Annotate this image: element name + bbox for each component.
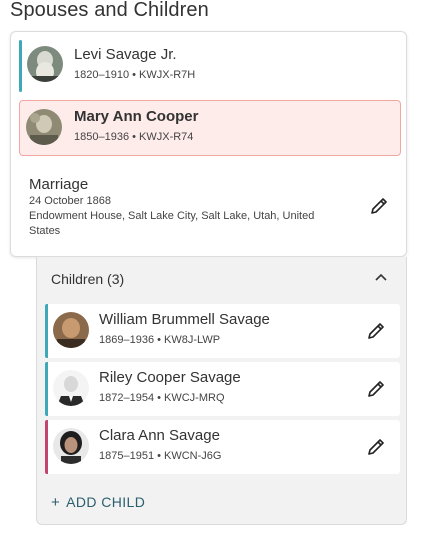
child-card[interactable]: Clara Ann Savage 1875–1951 • KWCN-J6G (45, 420, 400, 474)
husband-name[interactable]: Levi Savage Jr. (74, 46, 177, 63)
pencil-icon (371, 198, 387, 214)
child-avatar (53, 370, 89, 406)
pencil-icon (368, 439, 384, 455)
couple-card: Levi Savage Jr. 1820–1910 • KWJX-R7H Mar… (10, 31, 407, 257)
edit-child-button[interactable] (365, 436, 387, 458)
husband-avatar (27, 46, 63, 82)
add-child-button[interactable]: + ADD CHILD (51, 494, 145, 511)
male-indicator-bar (45, 304, 48, 358)
male-indicator-bar (19, 40, 22, 92)
wife-name[interactable]: Mary Ann Cooper (74, 108, 198, 125)
child-meta: 1869–1936 • KW8J-LWP (99, 334, 221, 346)
edit-marriage-button[interactable] (368, 195, 390, 217)
child-avatar (53, 428, 89, 464)
chevron-up-icon (375, 273, 387, 281)
child-avatar (53, 312, 89, 348)
collapse-children-button[interactable] (373, 270, 389, 286)
section-title: Spouses and Children (10, 0, 209, 21)
wife-meta: 1850–1936 • KWJX-R74 (74, 131, 194, 143)
child-meta: 1872–1954 • KWCJ-MRQ (99, 392, 225, 404)
children-header[interactable]: Children (3) (51, 271, 124, 287)
child-meta: 1875–1951 • KWCN-J6G (99, 450, 222, 462)
child-name[interactable]: Riley Cooper Savage (99, 369, 241, 386)
child-name[interactable]: Clara Ann Savage (99, 427, 220, 444)
child-card[interactable]: William Brummell Savage 1869–1936 • KW8J… (45, 304, 400, 358)
marriage-date: 24 October 1868 (29, 195, 111, 207)
plus-icon: + (51, 494, 61, 511)
marriage-place: Endowment House, Salt Lake City, Salt La… (29, 210, 315, 237)
child-card[interactable]: Riley Cooper Savage 1872–1954 • KWCJ-MRQ (45, 362, 400, 416)
marriage-label: Marriage (29, 176, 89, 193)
husband-row[interactable]: Levi Savage Jr. 1820–1910 • KWJX-R7H (19, 36, 401, 94)
pencil-icon (368, 323, 384, 339)
female-indicator-bar (45, 420, 48, 474)
child-name[interactable]: William Brummell Savage (99, 311, 270, 328)
wife-avatar (26, 109, 62, 145)
edit-child-button[interactable] (365, 320, 387, 342)
pencil-icon (368, 381, 384, 397)
wife-row[interactable]: Mary Ann Cooper 1850–1936 • KWJX-R74 (19, 100, 401, 156)
add-child-label: ADD CHILD (66, 494, 146, 510)
edit-child-button[interactable] (365, 378, 387, 400)
husband-meta: 1820–1910 • KWJX-R7H (74, 69, 196, 81)
male-indicator-bar (45, 362, 48, 416)
children-panel: Children (3) William Brummell Savage 186… (36, 257, 407, 525)
